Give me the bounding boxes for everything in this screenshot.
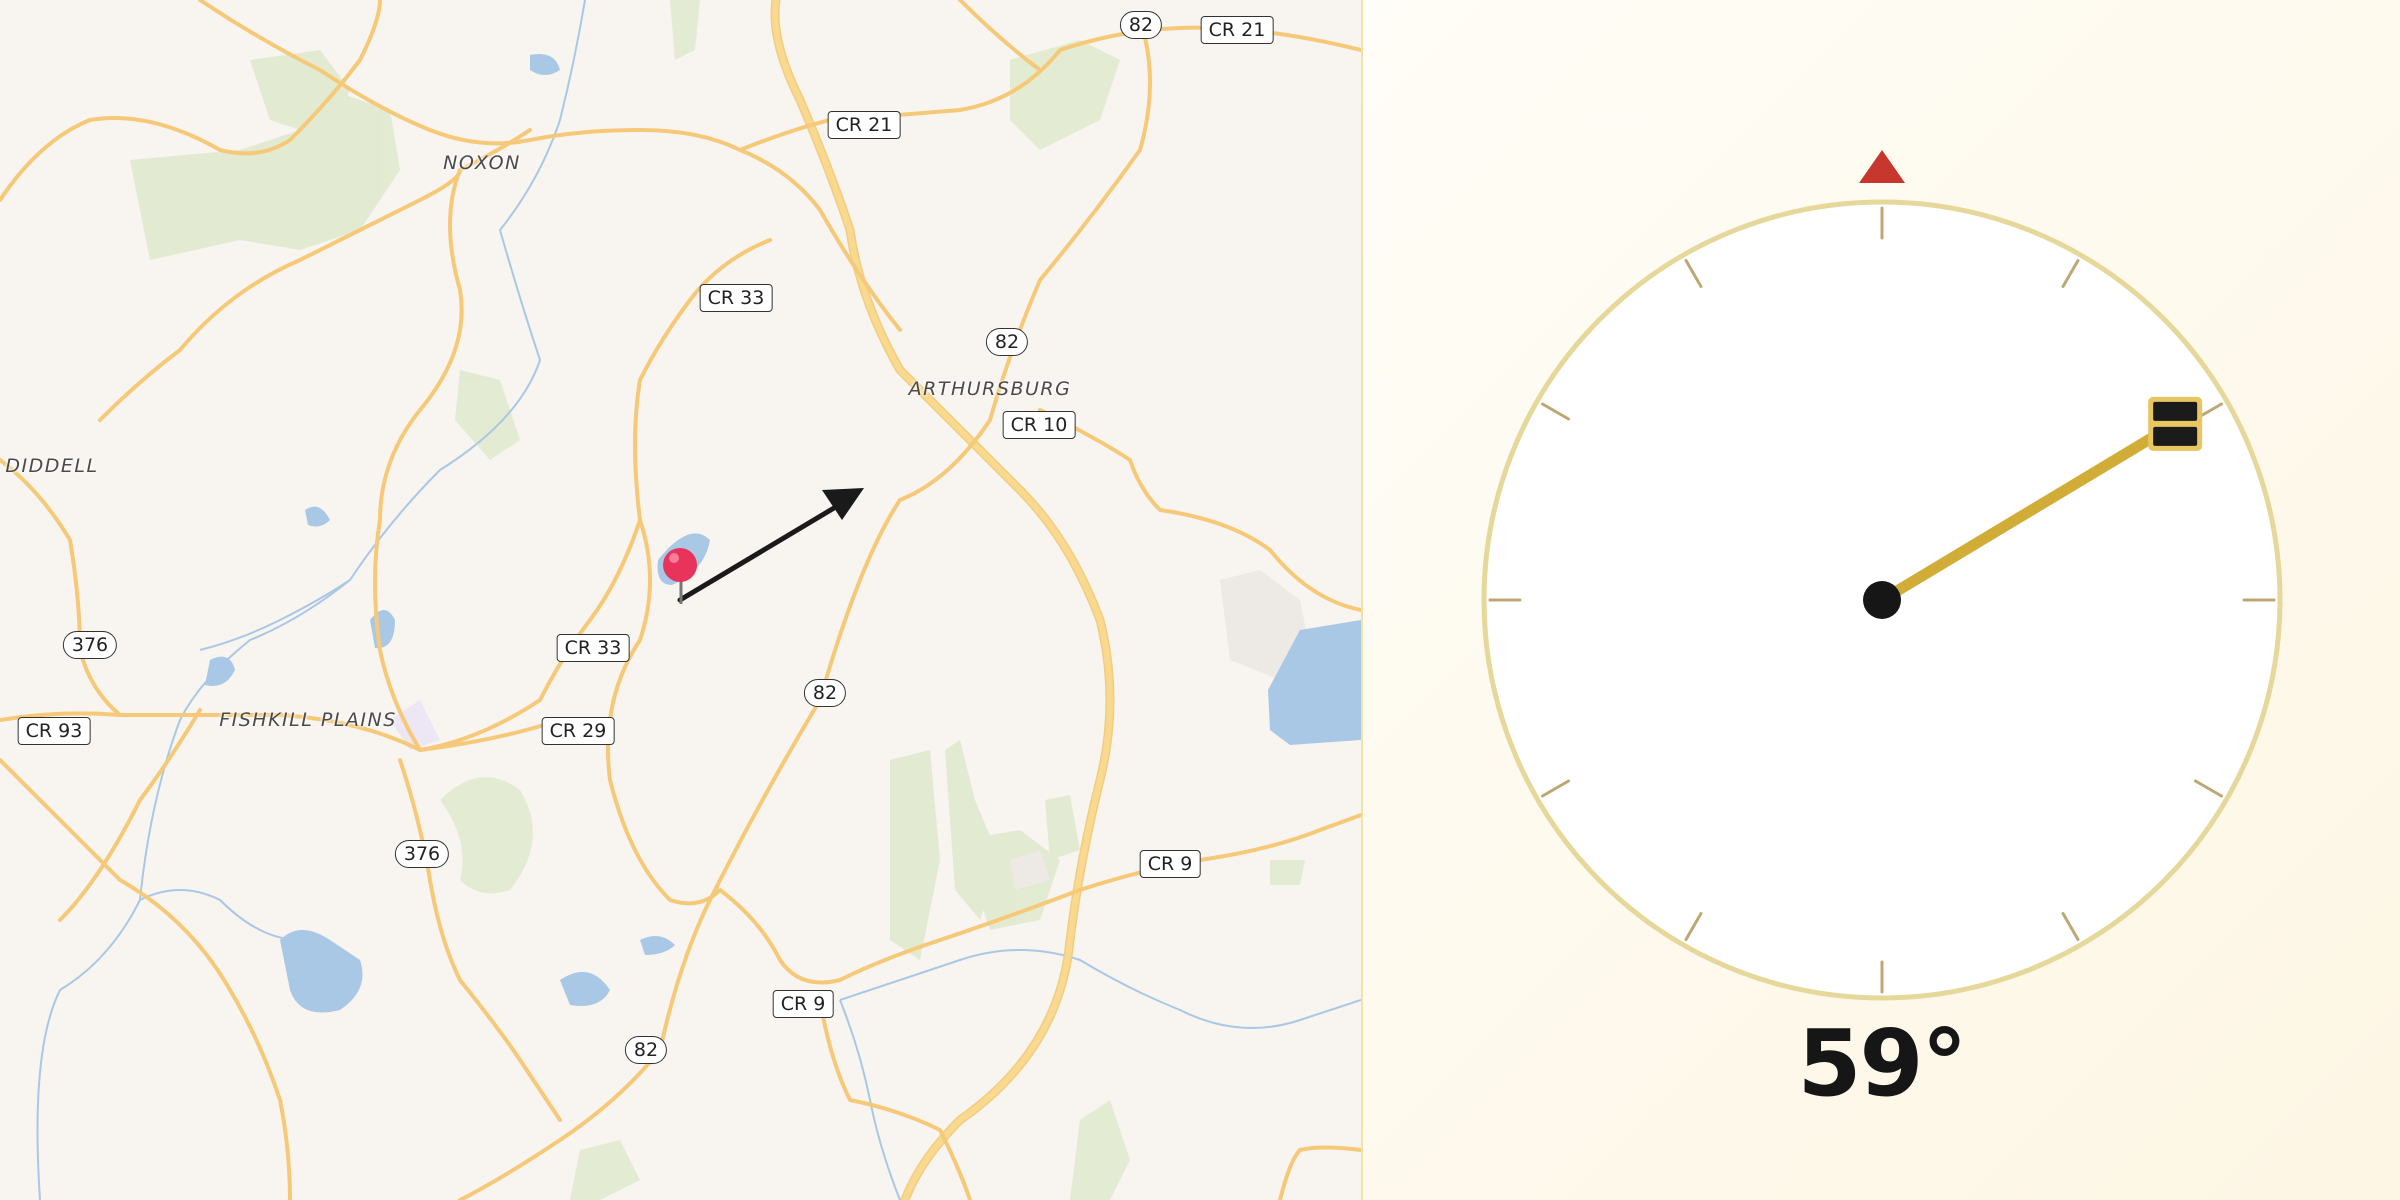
road-shield-cr33: CR 33 (556, 634, 630, 662)
road-shield-376: 376 (62, 631, 118, 659)
road-shield-82: 82 (624, 1036, 668, 1064)
north-triangle-icon (1859, 150, 1905, 183)
road-shield-cr9: CR 9 (772, 990, 834, 1018)
compass-panel: 59° (1363, 0, 2400, 1200)
road-shield-cr93: CR 93 (17, 717, 91, 745)
needle-pivot (1863, 581, 1901, 619)
road-shield-82: 82 (1119, 11, 1163, 39)
road-shield-cr21: CR 21 (1200, 16, 1274, 44)
heading-readout: 59° (1797, 1010, 1967, 1117)
place-label-fishkill-plains: FISHKILL PLAINS (219, 709, 397, 731)
place-label-noxon: NOXON (443, 152, 521, 174)
place-label-arthursburg: ARTHURSBURG (908, 378, 1072, 400)
road-shield-cr29: CR 29 (541, 717, 615, 745)
road-shield-cr21: CR 21 (827, 111, 901, 139)
road-shield-376: 376 (394, 840, 450, 868)
road-shield-cr9: CR 9 (1139, 850, 1201, 878)
map-panel[interactable]: NOXON ARTHURSBURG DIDDELL FISHKILL PLAIN… (0, 0, 1361, 1200)
place-label-diddell: DIDDELL (5, 455, 99, 477)
road-shield-82: 82 (985, 328, 1029, 356)
road-shield-cr33: CR 33 (699, 284, 773, 312)
road-shield-82: 82 (803, 679, 847, 707)
needle-handle-icon[interactable] (2148, 396, 2203, 451)
park-areas (130, 0, 1305, 1200)
road-shield-cr10: CR 10 (1002, 411, 1076, 439)
map-canvas[interactable] (0, 0, 1361, 1200)
